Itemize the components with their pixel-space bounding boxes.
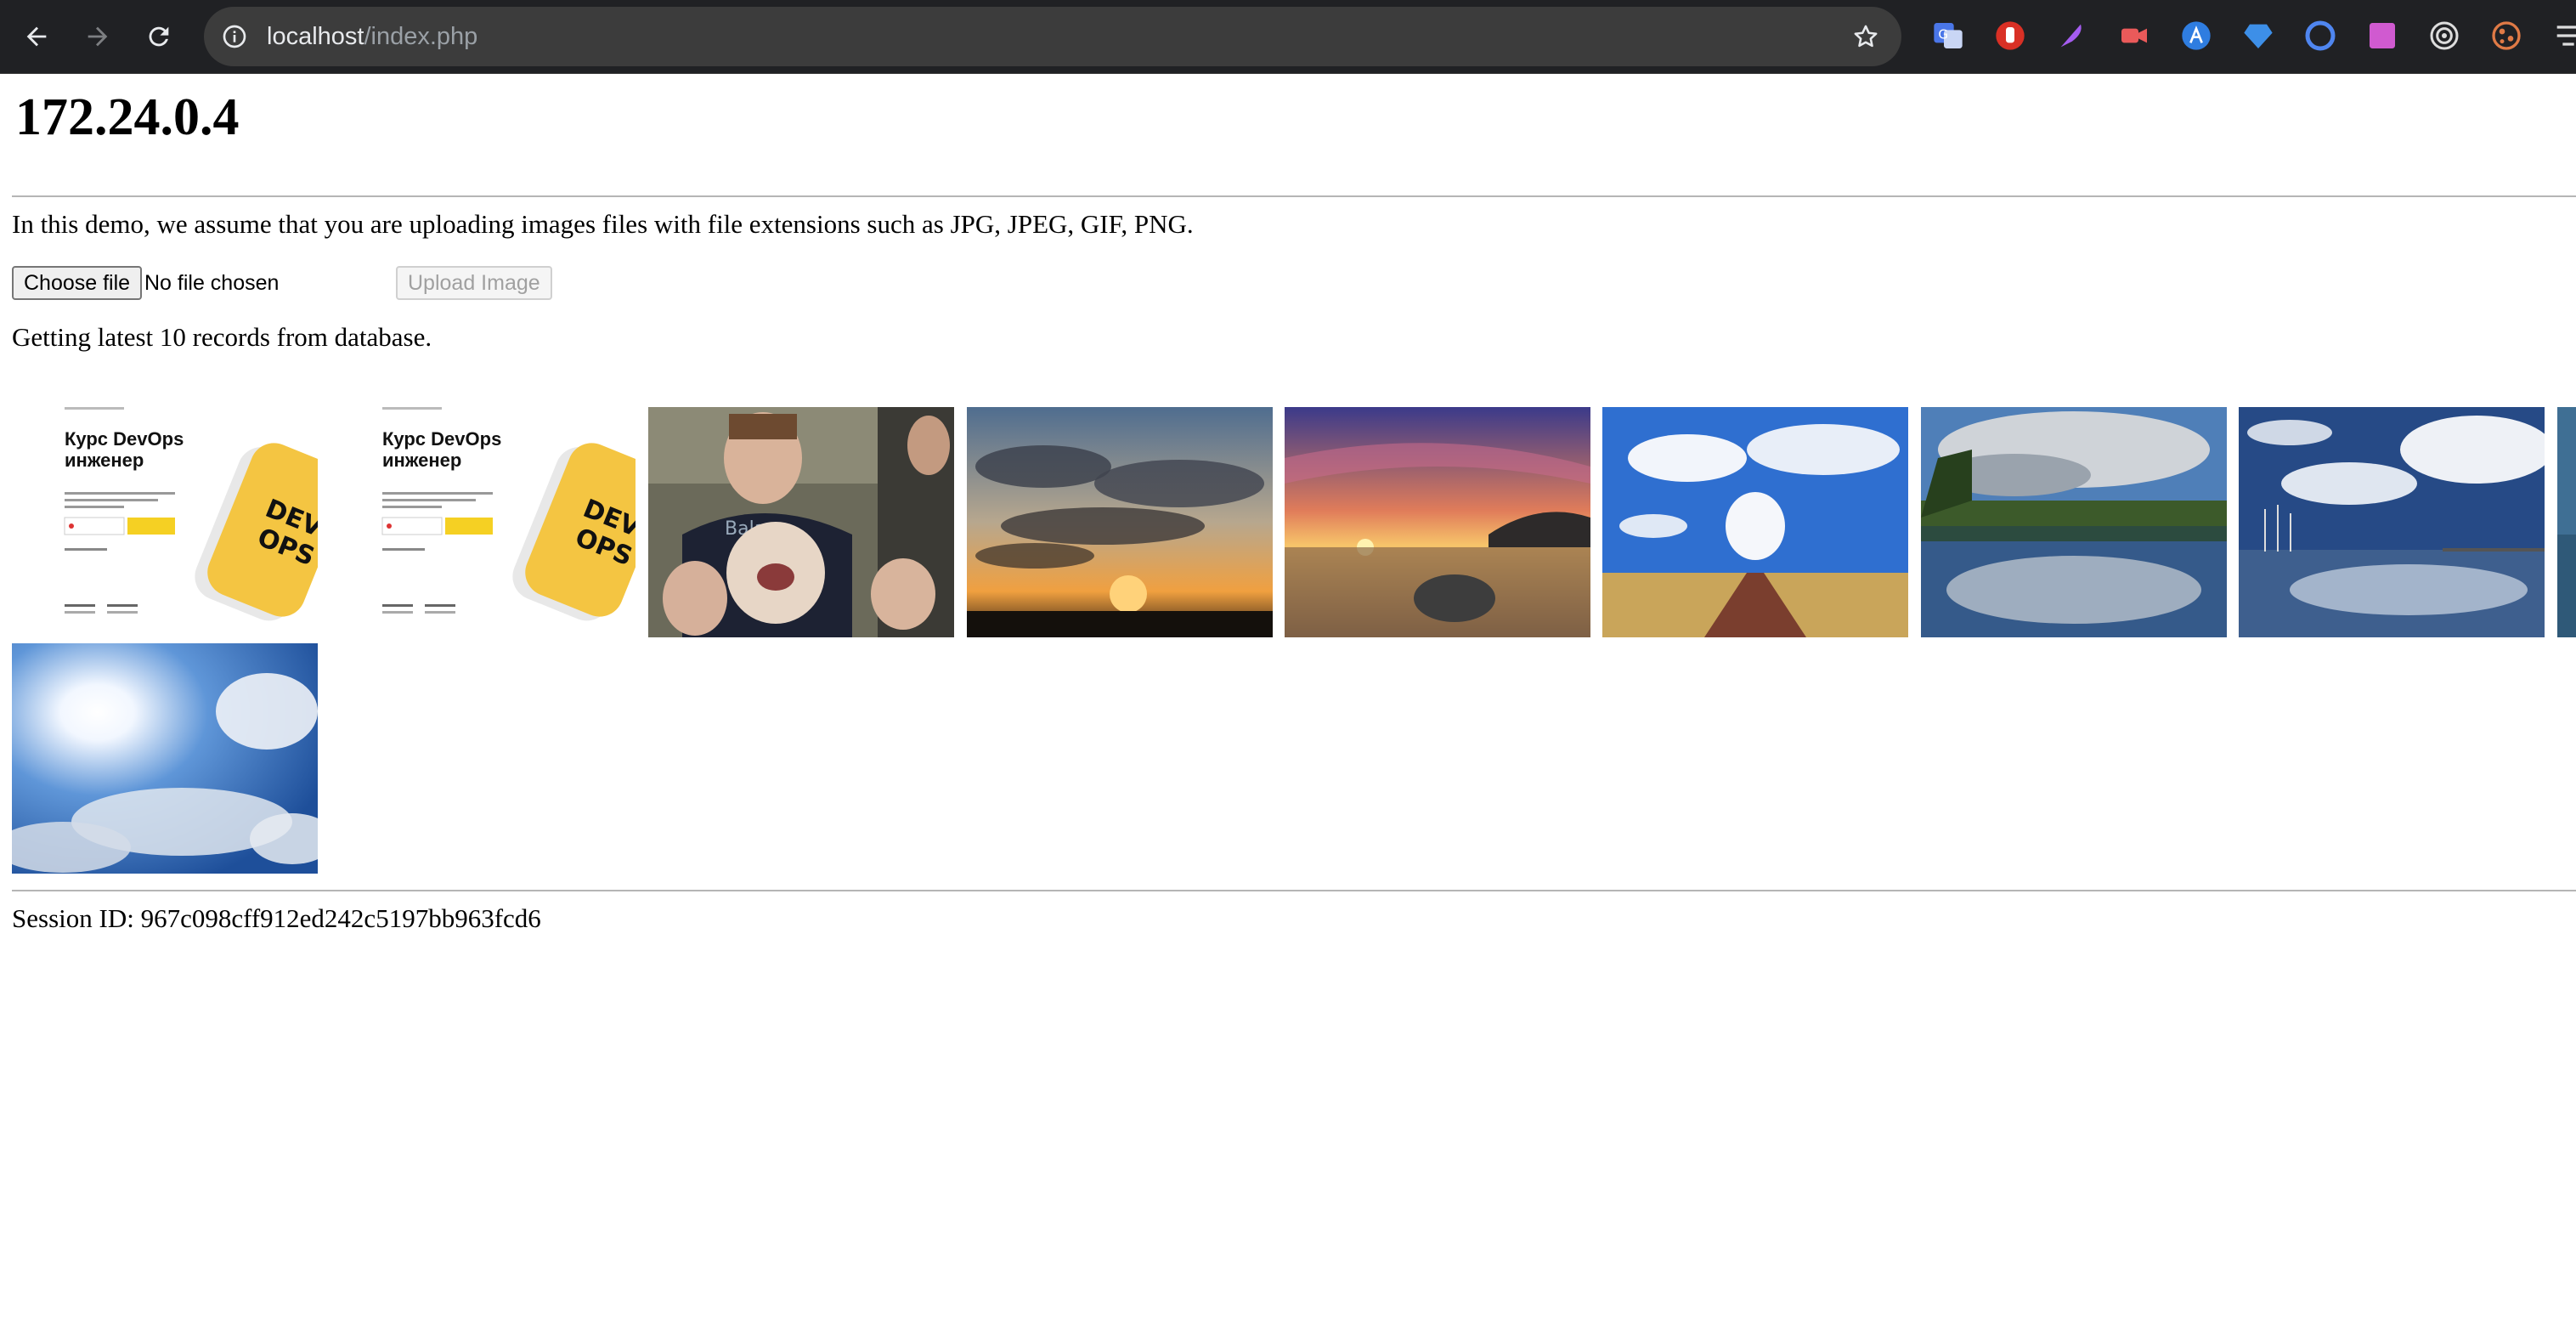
forward-icon[interactable]	[72, 11, 123, 62]
file-status-text: No file chosen	[144, 271, 280, 295]
app-store-icon[interactable]	[2178, 18, 2214, 54]
road-sky-image	[1602, 407, 1908, 637]
url-host: localhost	[267, 23, 364, 50]
reload-icon[interactable]	[133, 11, 184, 62]
svg-text:инженер: инженер	[382, 450, 461, 471]
svg-text:G: G	[1938, 26, 1948, 42]
lake-reflection-image	[1921, 407, 2227, 637]
address-bar[interactable]: localhost/index.php	[204, 7, 1901, 66]
choose-file-button[interactable]: Choose file	[12, 266, 143, 300]
target-icon[interactable]	[2426, 18, 2462, 54]
sunset-clouds-image	[967, 407, 1273, 637]
page-body: 172.24.0.4 In this demo, we assume that …	[0, 74, 2576, 1324]
page-title: 172.24.0.4	[15, 88, 240, 146]
devops-course-image: Курс DevOps инженер DEV OPS	[330, 407, 636, 637]
top-divider	[12, 195, 2576, 197]
extensions-cut-icon[interactable]	[2551, 18, 2576, 54]
back-icon[interactable]	[11, 11, 62, 62]
bookmark-star-icon[interactable]	[1849, 20, 1883, 54]
video-camera-icon[interactable]	[2116, 18, 2152, 54]
intro-text: In this demo, we assume that you are upl…	[12, 209, 1194, 239]
svg-text:инженер: инженер	[65, 450, 144, 471]
devops-course-image: Курс DevOps инженер DEV OPS	[12, 407, 318, 637]
harbor-clouds-image	[2239, 407, 2545, 637]
svg-text:Курс DevOps: Курс DevOps	[65, 428, 184, 450]
gradient-square-icon[interactable]	[2364, 18, 2400, 54]
partial-image	[2557, 407, 2576, 637]
adblock-hand-icon[interactable]	[1992, 18, 2028, 54]
ring-circle-icon[interactable]	[2302, 18, 2338, 54]
cookie-icon[interactable]	[2488, 18, 2524, 54]
url-text[interactable]: localhost/index.php	[267, 7, 477, 66]
upload-image-button[interactable]: Upload Image	[396, 266, 552, 300]
session-id-text: Session ID: 967c098cff912ed242c5197bb963…	[12, 903, 541, 933]
bottom-divider	[12, 890, 2576, 891]
records-text: Getting latest 10 records from database.	[12, 322, 432, 352]
site-info-icon[interactable]	[217, 20, 251, 54]
quill-feather-icon[interactable]	[2054, 18, 2090, 54]
diamond-icon[interactable]	[2240, 18, 2276, 54]
family-photo-image: Balays	[648, 407, 954, 637]
browser-toolbar: localhost/index.php G	[0, 0, 2576, 74]
url-path: /index.php	[364, 23, 478, 50]
svg-text:Курс DevOps: Курс DevOps	[382, 428, 501, 450]
sun-sky-image	[12, 643, 318, 874]
beach-sunset-image	[1285, 407, 1590, 637]
google-translate-icon[interactable]: G	[1930, 18, 1966, 54]
